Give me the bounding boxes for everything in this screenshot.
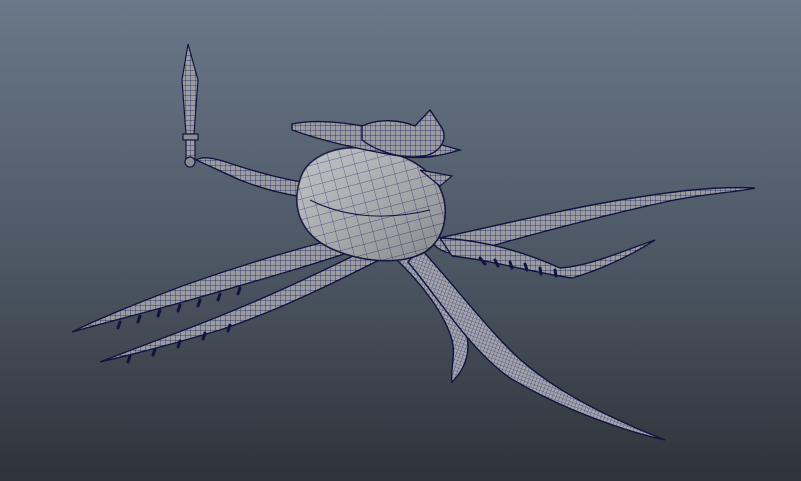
octopus-model-wireframe[interactable] <box>0 0 801 481</box>
sword-guard <box>182 133 199 141</box>
sword <box>181 43 199 168</box>
sword-blade <box>181 43 199 135</box>
tentacle-right-curl <box>438 237 656 279</box>
sword-pommel <box>184 156 196 168</box>
tentacle-down-right <box>407 246 666 441</box>
3d-viewport[interactable] <box>0 0 801 481</box>
